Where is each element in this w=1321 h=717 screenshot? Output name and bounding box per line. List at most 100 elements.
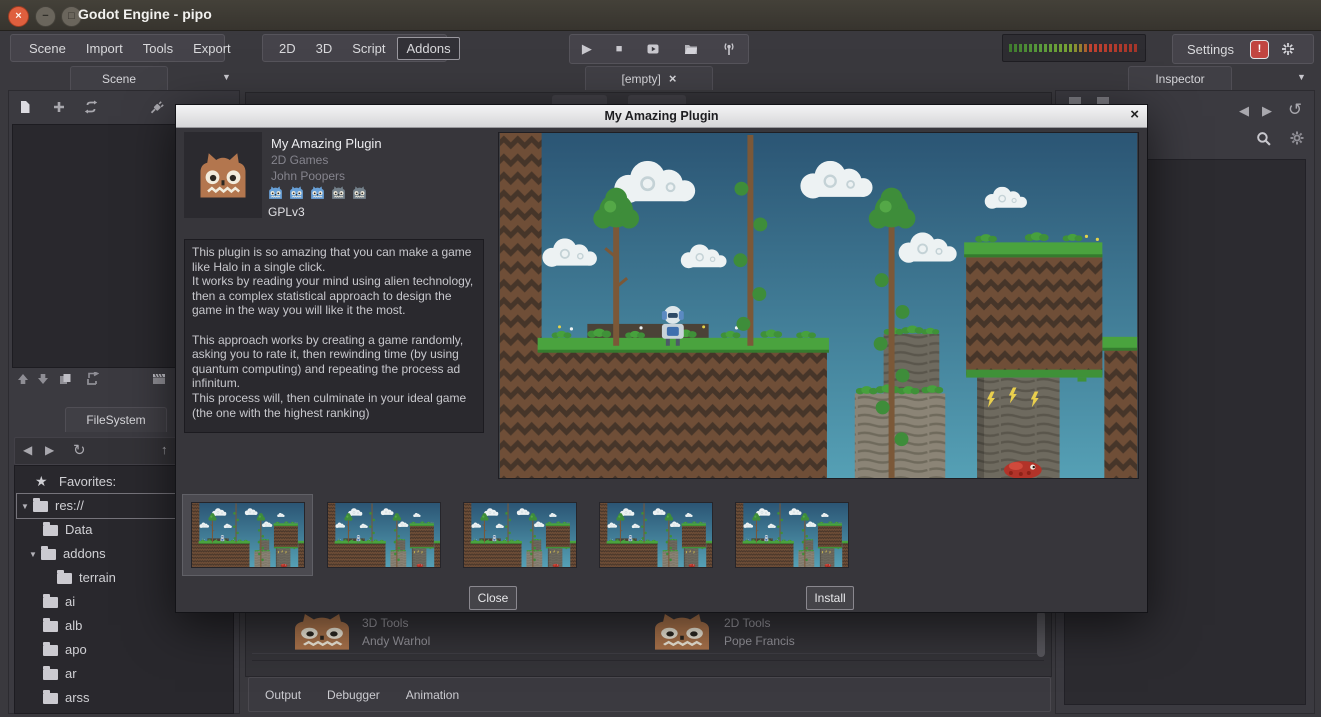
plugin-preview-image	[498, 132, 1139, 479]
asset-item-icon	[646, 611, 718, 652]
folder-icon	[33, 501, 48, 512]
rating-icon-filled	[288, 185, 305, 200]
reparent-node-icon[interactable]	[85, 372, 99, 386]
tree-item-label: ai	[65, 594, 75, 609]
tree-item-label: Favorites:	[59, 474, 116, 489]
dialog-titlebar[interactable]: My Amazing Plugin ×	[176, 105, 1147, 128]
main-menu-bar: Scene Import Tools Export	[10, 34, 225, 62]
instance-scene-icon[interactable]	[84, 100, 98, 114]
close-button[interactable]: Close	[469, 586, 517, 610]
tree-item-alb[interactable]: alb	[15, 614, 229, 638]
asset-item-author: Andy Warhol	[362, 634, 430, 648]
workspace-3d[interactable]: 3D	[306, 36, 343, 61]
window-minimize-button[interactable]: −	[35, 6, 56, 27]
screenshot-thumbnail-3[interactable]	[463, 502, 577, 568]
play-custom-scene-button[interactable]	[684, 42, 698, 56]
menu-tools[interactable]: Tools	[133, 36, 183, 61]
tree-item-arss[interactable]: arss	[15, 686, 229, 710]
stop-button[interactable]: ■	[616, 43, 623, 55]
deploy-remote-debug-button[interactable]	[722, 42, 736, 56]
plugin-icon-box	[184, 132, 262, 218]
tab-close-icon[interactable]: ×	[669, 71, 677, 86]
tab-filesystem[interactable]: FileSystem	[65, 407, 167, 432]
tree-item-label: Data	[65, 522, 92, 537]
inspector-forward-icon[interactable]: ▶	[1262, 103, 1272, 119]
workspace-addons[interactable]: Addons	[397, 37, 459, 60]
new-node-icon[interactable]	[18, 100, 32, 114]
fs-forward-icon[interactable]: ▶	[45, 443, 54, 457]
tree-item-label: res://	[55, 498, 84, 513]
folder-icon	[41, 549, 56, 560]
meter-bar	[1009, 44, 1137, 52]
fs-back-icon[interactable]: ◀	[23, 443, 32, 457]
godot-editor-window: × − □ Godot Engine - pipo Scene Import T…	[0, 0, 1321, 717]
scene-dock-menu-arrow[interactable]: ▼	[222, 72, 231, 82]
inspector-history-icon[interactable]: ↺	[1288, 100, 1302, 120]
tree-item-label: alb	[65, 618, 82, 633]
dialog-title: My Amazing Plugin	[604, 109, 718, 123]
connect-signal-icon[interactable]	[150, 100, 164, 114]
folder-icon	[43, 597, 58, 608]
tab-scene-dock[interactable]: Scene	[70, 66, 168, 90]
play-button[interactable]: ▶	[582, 41, 592, 57]
expand-arrow-icon[interactable]: ▼	[29, 550, 37, 559]
alert-icon[interactable]: !	[1250, 40, 1269, 59]
inspector-tools-gear-icon[interactable]	[1290, 131, 1304, 145]
screenshot-thumbnail-5[interactable]	[735, 502, 849, 568]
screenshot-thumbnail-1[interactable]	[191, 502, 305, 568]
plugin-description[interactable]: This plugin is so amazing that you can m…	[184, 239, 484, 433]
assetlib-scrollbar[interactable]	[1037, 611, 1045, 657]
folder-icon	[43, 645, 58, 656]
install-button[interactable]: Install	[806, 586, 854, 610]
inspector-back-icon[interactable]: ◀	[1239, 103, 1249, 119]
fs-refresh-icon[interactable]: ↻	[73, 441, 86, 459]
menu-export[interactable]: Export	[183, 36, 241, 61]
multi-node-edit-icon[interactable]	[152, 372, 166, 386]
update-spinner-icon	[1281, 42, 1295, 56]
workspace-2d[interactable]: 2D	[269, 36, 306, 61]
asset-item-title[interactable]: 2D Tools	[724, 616, 770, 630]
bottom-tab-output[interactable]: Output	[265, 688, 301, 702]
bottom-tab-animation[interactable]: Animation	[406, 688, 459, 702]
folder-icon	[43, 669, 58, 680]
filesystem-tab-label: FileSystem	[86, 413, 145, 427]
inspector-menu-arrow[interactable]: ▼	[1297, 72, 1306, 82]
fs-favorite-up-icon[interactable]: ↑	[161, 442, 168, 457]
screenshot-thumbnail-4[interactable]	[599, 502, 713, 568]
tab-scene-label: Scene	[102, 72, 136, 86]
tree-item-label: apo	[65, 642, 87, 657]
workspace-script[interactable]: Script	[342, 36, 395, 61]
plugin-dialog: My Amazing Plugin × My Amazing Plugin 2D…	[175, 104, 1148, 613]
settings-button[interactable]: Settings	[1173, 37, 1244, 62]
tab-inspector[interactable]: Inspector	[1128, 66, 1232, 90]
menu-import[interactable]: Import	[76, 36, 133, 61]
tree-item-apo[interactable]: apo	[15, 638, 229, 662]
empty-tab-label: [empty]	[622, 72, 661, 86]
rating-icon-empty	[351, 185, 368, 200]
expand-arrow-icon[interactable]: ▼	[21, 502, 29, 511]
tab-script-empty[interactable]: [empty] ×	[585, 66, 713, 90]
tree-item-label: ar	[65, 666, 77, 681]
inspector-search-icon[interactable]	[1256, 131, 1271, 146]
plugin-license: GPLv3	[268, 205, 305, 219]
asset-item-icon	[286, 611, 358, 652]
filesystem-toolbar: ◀ ▶ ↻ ↑	[14, 437, 186, 465]
plugin-category: 2D Games	[271, 153, 328, 167]
move-up-icon[interactable]	[16, 372, 30, 386]
star-icon: ★	[35, 473, 48, 490]
bottom-tab-debugger[interactable]: Debugger	[327, 688, 380, 702]
add-node-icon[interactable]	[52, 100, 66, 114]
window-close-button[interactable]: ×	[8, 6, 29, 27]
asset-item-title[interactable]: 3D Tools	[362, 616, 408, 630]
menu-scene[interactable]: Scene	[19, 36, 76, 61]
plugin-rating	[267, 185, 372, 200]
tree-item-ar[interactable]: ar	[15, 662, 229, 686]
workspace-switcher: 2D 3D Script Addons	[262, 34, 447, 62]
move-down-icon[interactable]	[36, 372, 50, 386]
play-scene-button[interactable]	[646, 42, 660, 56]
dialog-close-icon[interactable]: ×	[1130, 106, 1139, 123]
duplicate-node-icon[interactable]	[58, 372, 72, 386]
screenshot-thumbnail-2[interactable]	[327, 502, 441, 568]
meter-dashes	[1009, 44, 1137, 52]
hidden-tab-stub	[628, 95, 686, 104]
